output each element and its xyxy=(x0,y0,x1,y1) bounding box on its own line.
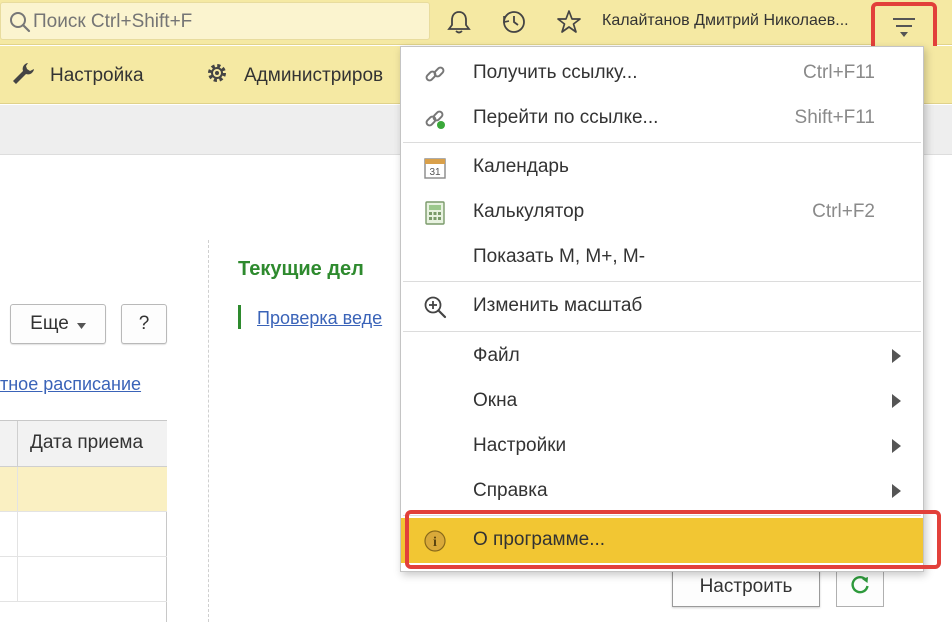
info-icon-text: i xyxy=(433,535,437,550)
menu-item-show-memory[interactable]: Показать М, М+, М- xyxy=(401,235,923,280)
menu-separator xyxy=(403,142,921,143)
help-button-label: ? xyxy=(138,313,150,334)
menu-item-label: Файл xyxy=(473,345,520,366)
menu-item-shortcut: Ctrl+F2 xyxy=(812,201,875,222)
refresh-button[interactable] xyxy=(836,567,884,607)
menu-item-label: О программе... xyxy=(473,529,606,550)
submenu-arrow-icon xyxy=(892,394,901,408)
menu-item-settings[interactable]: Настройки xyxy=(401,424,923,469)
menu-item-calendar[interactable]: 31 Календарь xyxy=(401,145,923,190)
check-link[interactable]: Проверка веде xyxy=(257,308,382,329)
employees-table: Дата приема xyxy=(0,420,167,622)
search-box[interactable] xyxy=(0,2,430,40)
history-icon[interactable] xyxy=(499,8,529,36)
zoom-icon xyxy=(423,295,447,319)
search-icon xyxy=(9,11,31,38)
menu-item-go-to-link[interactable]: Перейти по ссылке... Shift+F11 xyxy=(401,96,923,141)
goto-link-icon xyxy=(423,107,447,131)
menu-item-label: Получить ссылку... xyxy=(473,62,638,83)
menu-item-get-link[interactable]: Получить ссылку... Ctrl+F11 xyxy=(401,51,923,96)
calendar-icon-text: 31 xyxy=(429,167,441,178)
menu-item-file[interactable]: Файл xyxy=(401,334,923,379)
submenu-arrow-icon xyxy=(892,484,901,498)
menu-item-label: Перейти по ссылке... xyxy=(473,107,659,128)
star-icon[interactable] xyxy=(554,8,584,36)
menu-item-shortcut: Ctrl+F11 xyxy=(803,62,875,83)
table-row[interactable] xyxy=(0,467,167,512)
task-marker xyxy=(238,305,241,329)
section-administration[interactable]: Администриров xyxy=(204,60,383,92)
column-date-header[interactable]: Дата приема xyxy=(30,432,143,454)
setup-button-label: Настроить xyxy=(699,576,793,597)
calendar-icon: 31 xyxy=(423,156,447,180)
section-administration-label: Администриров xyxy=(244,65,384,86)
info-icon: i xyxy=(423,529,447,553)
current-tasks-title: Текущие дел xyxy=(238,258,364,280)
table-header: Дата приема xyxy=(0,421,167,467)
menu-item-about[interactable]: i О программе... xyxy=(401,518,923,563)
more-button-label: Еще xyxy=(30,313,69,334)
section-settings[interactable]: Настройка xyxy=(10,60,144,92)
more-button[interactable]: Еще xyxy=(10,304,106,344)
menu-item-label: Калькулятор xyxy=(473,201,585,222)
panel-divider xyxy=(208,240,209,622)
table-row[interactable] xyxy=(0,512,167,557)
menu-item-label: Окна xyxy=(473,390,518,411)
section-settings-label: Настройка xyxy=(50,65,144,86)
menu-item-shortcut: Shift+F11 xyxy=(794,107,875,128)
user-name[interactable]: Калайтанов Дмитрий Николаев... xyxy=(602,12,849,30)
wrench-icon xyxy=(10,60,50,92)
menu-item-label: Справка xyxy=(473,480,548,501)
menu-item-zoom[interactable]: Изменить масштаб xyxy=(401,284,923,329)
setup-button[interactable]: Настроить xyxy=(672,567,820,607)
table-row[interactable] xyxy=(0,557,167,602)
menu-item-label: Настройки xyxy=(473,435,567,456)
menu-separator xyxy=(403,331,921,332)
menu-item-calculator[interactable]: Калькулятор Ctrl+F2 xyxy=(401,190,923,235)
main-menu-dropdown: Получить ссылку... Ctrl+F11 Перейти по с… xyxy=(400,46,924,572)
chevron-down-icon xyxy=(76,313,86,335)
top-bar: Калайтанов Дмитрий Николаев... xyxy=(0,0,952,57)
menu-separator xyxy=(403,281,921,282)
submenu-arrow-icon xyxy=(892,349,901,363)
search-input[interactable] xyxy=(33,9,413,35)
help-button[interactable]: ? xyxy=(121,304,167,344)
menu-item-label: Изменить масштаб xyxy=(473,295,643,316)
menu-item-help[interactable]: Справка xyxy=(401,469,923,514)
link-icon xyxy=(423,62,447,86)
submenu-arrow-icon xyxy=(892,439,901,453)
main-menu-icon xyxy=(892,16,916,43)
menu-item-label: Показать М, М+, М- xyxy=(473,246,646,267)
bell-icon[interactable] xyxy=(444,8,474,36)
schedule-link[interactable]: тное расписание xyxy=(0,374,141,395)
refresh-icon xyxy=(849,574,871,601)
calculator-icon xyxy=(423,201,447,225)
menu-item-label: Календарь xyxy=(473,156,569,177)
menu-item-windows[interactable]: Окна xyxy=(401,379,923,424)
menu-separator xyxy=(403,515,921,516)
gear-icon xyxy=(204,60,244,92)
